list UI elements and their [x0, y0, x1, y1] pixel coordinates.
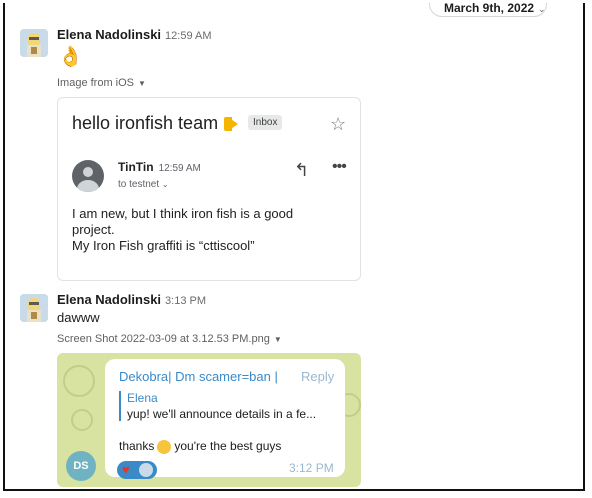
message-time[interactable]: 12:59 AM [165, 30, 211, 42]
inbox-label: Inbox [248, 115, 283, 130]
message-sender[interactable]: Elena Nadolinski 3:13 PM [57, 292, 206, 307]
message-time[interactable]: 3:13 PM [165, 295, 206, 307]
avatar-illustration [20, 294, 48, 322]
chevron-down-icon: ⌄ [538, 4, 546, 14]
email-from: TinTin 12:59 AM [118, 160, 201, 174]
email-body-line: project. [72, 222, 115, 237]
message-pane: March 9th, 2022 ⌄ Elena Nadolinski 12:59 A… [3, 3, 585, 491]
avatar[interactable] [20, 294, 48, 322]
email-recipient: to testnet ⌄ [118, 179, 169, 190]
reply-icon: ↰ [294, 160, 310, 180]
telegram-message-bubble: Dekobra| Dm scamer=ban | Reply Elena yup… [105, 359, 345, 479]
email-to: to testnet [118, 179, 160, 190]
telegram-screenshot-image[interactable]: Dekobra| Dm scamer=ban | Reply Elena yup… [57, 353, 361, 487]
important-marker-arrow [228, 117, 238, 131]
ok-hand-emoji: 👌 [58, 46, 83, 68]
quote-author: Elena [127, 391, 158, 405]
date-divider-label: March 9th, 2022 [444, 3, 535, 15]
email-time: 12:59 AM [158, 163, 201, 174]
message-text-before: thanks [119, 439, 155, 453]
attachment-name[interactable]: Image from iOS [57, 77, 134, 89]
telegram-chat-name: Dekobra| Dm scamer=ban | [119, 369, 278, 384]
avatar[interactable] [20, 29, 48, 57]
reactor-avatar [139, 463, 153, 477]
telegram-reply-label: Reply [301, 369, 335, 384]
telegram-quote: Elena yup! we'll announce details in a f… [119, 391, 316, 421]
avatar-illustration [20, 29, 48, 57]
telegram-message-text: thanks you're the best guys [119, 439, 281, 454]
date-divider-button[interactable]: March 9th, 2022 ⌄ [429, 3, 547, 17]
background-doodle [71, 409, 93, 431]
email-subject: hello ironfish team [72, 113, 219, 133]
caret-down-icon[interactable]: ▼ [138, 79, 146, 88]
message-text-after: you're the best guys [174, 439, 282, 453]
smile-emoji-icon [157, 439, 172, 454]
email-body-line: I am new, but I think iron fish is a goo… [72, 206, 294, 221]
message-text: dawww [57, 310, 100, 325]
attachment-label[interactable]: Screen Shot 2022-03-09 at 3.12.53 PM.png… [57, 333, 282, 345]
email-body-line: My Iron Fish graffiti is “cttiscool” [72, 238, 255, 253]
quote-text: yup! we'll announce details in a fe... [127, 407, 317, 421]
email-body: I am new, but I think iron fish is a goo… [72, 206, 342, 254]
more-icon: ••• [332, 158, 347, 175]
email-sender-name: TinTin [118, 160, 154, 174]
sender-avatar-icon [72, 160, 104, 192]
attachment-label[interactable]: Image from iOS ▼ [57, 77, 146, 89]
background-doodle [63, 365, 95, 397]
attachment-name[interactable]: Screen Shot 2022-03-09 at 3.12.53 PM.png [57, 333, 270, 345]
sender-name[interactable]: Elena Nadolinski [57, 27, 161, 42]
heart-icon: ♥ [122, 462, 130, 477]
telegram-user-avatar: DS [66, 451, 96, 481]
caret-down-icon[interactable]: ▼ [274, 335, 282, 344]
sender-name[interactable]: Elena Nadolinski [57, 292, 161, 307]
telegram-time: 3:12 PM [289, 461, 334, 475]
message-sender[interactable]: Elena Nadolinski 12:59 AM [57, 27, 212, 42]
email-screenshot-image[interactable]: hello ironfish team Inbox ☆ TinTin 12:59 … [57, 97, 361, 281]
star-icon: ☆ [330, 114, 347, 134]
reaction-chip: ♥ [117, 461, 157, 479]
chevron-down-icon: ⌄ [161, 180, 169, 189]
